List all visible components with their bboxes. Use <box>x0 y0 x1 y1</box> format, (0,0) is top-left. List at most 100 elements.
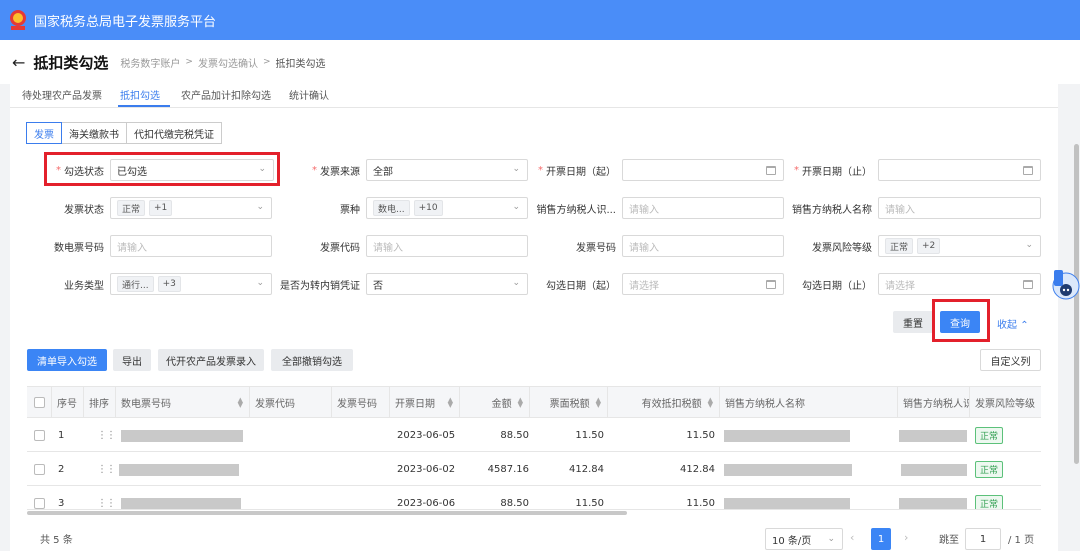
tab-deduct-select[interactable]: 抵扣勾选 <box>120 87 160 102</box>
drag-handle-icon[interactable]: ⋮⋮ <box>97 452 116 486</box>
prev-page-icon[interactable]: ‹ <box>850 531 854 544</box>
tag-digital: 数电... <box>373 200 410 216</box>
sort-icon: ▲ ▼ <box>237 395 243 409</box>
tag-more: +3 <box>157 276 181 292</box>
page-vertical-scrollbar[interactable] <box>1072 84 1080 551</box>
active-tab-indicator <box>118 105 170 107</box>
collapse-link[interactable]: 收起 ⌃ <box>997 316 1029 331</box>
row-seq: 3 <box>58 497 65 509</box>
platform-title: 国家税务总局电子发票服务平台 <box>34 14 217 30</box>
col-amount[interactable]: 金额 ▲ ▼ <box>459 387 529 418</box>
date-to-picker[interactable] <box>878 159 1041 181</box>
code-input[interactable]: 请输入 <box>366 235 528 257</box>
tab-pending-agri[interactable]: 待处理农产品发票 <box>22 87 102 102</box>
redacted-digital-no <box>119 464 239 476</box>
agri-entry-button[interactable]: 代开农产品发票录入 <box>158 349 264 371</box>
back-arrow-icon[interactable]: ← <box>12 53 25 72</box>
table-row[interactable]: 1 ⋮⋮ 2023-06-05 88.50 11.50 11.50 正常 <box>27 418 1041 452</box>
table-horizontal-scrollbar[interactable] <box>27 511 627 515</box>
date-from-picker[interactable] <box>622 159 784 181</box>
row-risk-badge: 正常 <box>975 418 1004 452</box>
calendar-icon <box>766 280 776 289</box>
breadcrumb-item-current: 抵扣类勾选 <box>275 58 326 70</box>
col-risk: 发票风险等级 <box>969 387 1041 418</box>
table-row[interactable]: 2 ⋮⋮ 2023-06-02 4587.16 412.84 412.84 正常 <box>27 452 1041 486</box>
source-dropdown[interactable]: 全部 ⌄ <box>366 159 528 181</box>
select-date-to-label: 勾选日期（止） <box>802 280 872 292</box>
select-date-from-picker[interactable]: 请选择 <box>622 273 784 295</box>
page-current[interactable]: 1 <box>871 528 891 550</box>
redacted-seller-name <box>724 430 850 442</box>
tax-emblem-icon <box>10 10 26 30</box>
transfer-dropdown[interactable]: 否 ⌄ <box>366 273 528 295</box>
breadcrumb-item-account[interactable]: 税务数字账户 <box>120 55 180 70</box>
calendar-icon <box>1023 280 1033 289</box>
custom-columns-button[interactable]: 自定义列 <box>980 349 1041 371</box>
highlight-box-status <box>44 152 280 186</box>
row-checkbox[interactable] <box>34 452 45 486</box>
cancel-all-button[interactable]: 全部撤销勾选 <box>271 349 353 371</box>
calendar-icon <box>766 166 776 175</box>
export-button[interactable]: 导出 <box>113 349 151 371</box>
seller-name-input[interactable]: 请输入 <box>878 197 1041 219</box>
breadcrumb-separator-icon: > <box>185 57 193 67</box>
type-dropdown[interactable]: 数电... +10 ⌄ <box>366 197 528 219</box>
redacted-digital-no <box>121 430 243 442</box>
tag-more: +10 <box>413 200 443 216</box>
redacted-digital-no <box>121 498 241 509</box>
jump-page-input[interactable]: 1 <box>965 528 1001 550</box>
type-label: 票种 <box>340 204 360 216</box>
drag-handle-icon[interactable]: ⋮⋮ <box>97 418 116 452</box>
main-panel: 待处理农产品发票 抵扣勾选 农产品加计扣除勾选 统计确认 发票 海关缴款书 代扣… <box>10 84 1058 551</box>
chevron-down-icon: ⌄ <box>512 164 520 174</box>
chevron-down-icon: ⌄ <box>256 278 264 288</box>
reset-button[interactable]: 重置 <box>893 311 933 333</box>
row-valid-tax: 412.84 <box>680 463 715 475</box>
col-digital-no[interactable]: 数电票号码 ▲ ▼ <box>115 387 249 418</box>
chevron-down-icon: ⌄ <box>1025 240 1033 250</box>
number-input[interactable]: 请输入 <box>622 235 784 257</box>
row-seq: 1 <box>58 429 65 441</box>
row-valid-tax: 11.50 <box>686 497 715 509</box>
table-row[interactable]: 3 ⋮⋮ 2023-06-06 88.50 11.50 11.50 正常 <box>27 486 1041 510</box>
transfer-label: 是否为转内销凭证 <box>280 280 360 292</box>
risk-dropdown[interactable]: 正常 +2 ⌄ <box>878 235 1041 257</box>
subtab-invoice[interactable]: 发票 <box>26 122 62 144</box>
import-select-button[interactable]: 清单导入勾选 <box>27 349 107 371</box>
tag-more: +2 <box>917 238 941 254</box>
invoice-status-dropdown[interactable]: 正常 +1 ⌄ <box>110 197 272 219</box>
row-checkbox[interactable] <box>34 486 45 509</box>
biz-type-label: 业务类型 <box>64 280 104 292</box>
tab-stat-confirm[interactable]: 统计确认 <box>289 87 329 102</box>
digital-no-input[interactable]: 请输入 <box>110 235 272 257</box>
page-size-dropdown[interactable]: 10 条/页 ⌄ <box>765 528 843 550</box>
subtab-customs[interactable]: 海关缴款书 <box>61 122 127 144</box>
select-date-to-picker[interactable]: 请选择 <box>878 273 1041 295</box>
chevron-down-icon: ⌄ <box>512 278 520 288</box>
col-order: 排序 <box>83 387 115 418</box>
redacted-seller-name <box>724 498 850 509</box>
calendar-icon <box>1023 166 1033 175</box>
row-date: 2023-06-05 <box>397 429 456 441</box>
drag-handle-icon[interactable]: ⋮⋮ <box>97 486 116 509</box>
col-number: 发票号码 <box>331 387 389 418</box>
select-all-checkbox[interactable] <box>33 397 45 408</box>
invoice-status-label: 发票状态 <box>64 204 104 216</box>
chevron-down-icon: ⌄ <box>256 202 264 212</box>
tab-agri-extra[interactable]: 农产品加计扣除勾选 <box>181 87 271 102</box>
tag-pass: 通行... <box>117 276 154 292</box>
seller-id-input[interactable]: 请输入 <box>622 197 784 219</box>
row-checkbox[interactable] <box>34 418 45 452</box>
redacted-seller-id <box>899 430 967 442</box>
col-tax[interactable]: 票面税额 ▲ ▼ <box>529 387 607 418</box>
row-valid-tax: 11.50 <box>686 429 715 441</box>
assistant-mascot-icon[interactable] <box>1048 262 1080 310</box>
breadcrumb-item-confirm[interactable]: 发票勾选确认 <box>198 55 258 70</box>
biz-type-dropdown[interactable]: 通行... +3 ⌄ <box>110 273 272 295</box>
col-valid-tax[interactable]: 有效抵扣税额 ▲ ▼ <box>607 387 719 418</box>
col-date[interactable]: 开票日期 ▲ ▼ <box>389 387 459 418</box>
tag-normal: 正常 <box>117 200 146 216</box>
subtab-withholding[interactable]: 代扣代缴完税凭证 <box>126 122 222 144</box>
next-page-icon[interactable]: › <box>904 531 908 544</box>
tag-normal: 正常 <box>885 238 914 254</box>
